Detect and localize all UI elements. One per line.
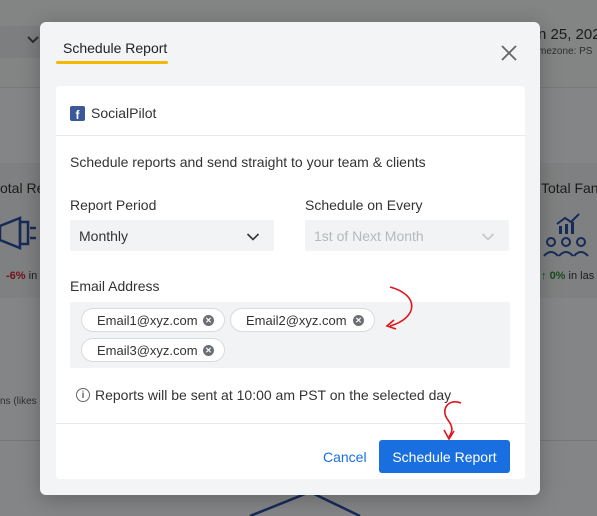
annotation-arrows xyxy=(385,286,462,441)
